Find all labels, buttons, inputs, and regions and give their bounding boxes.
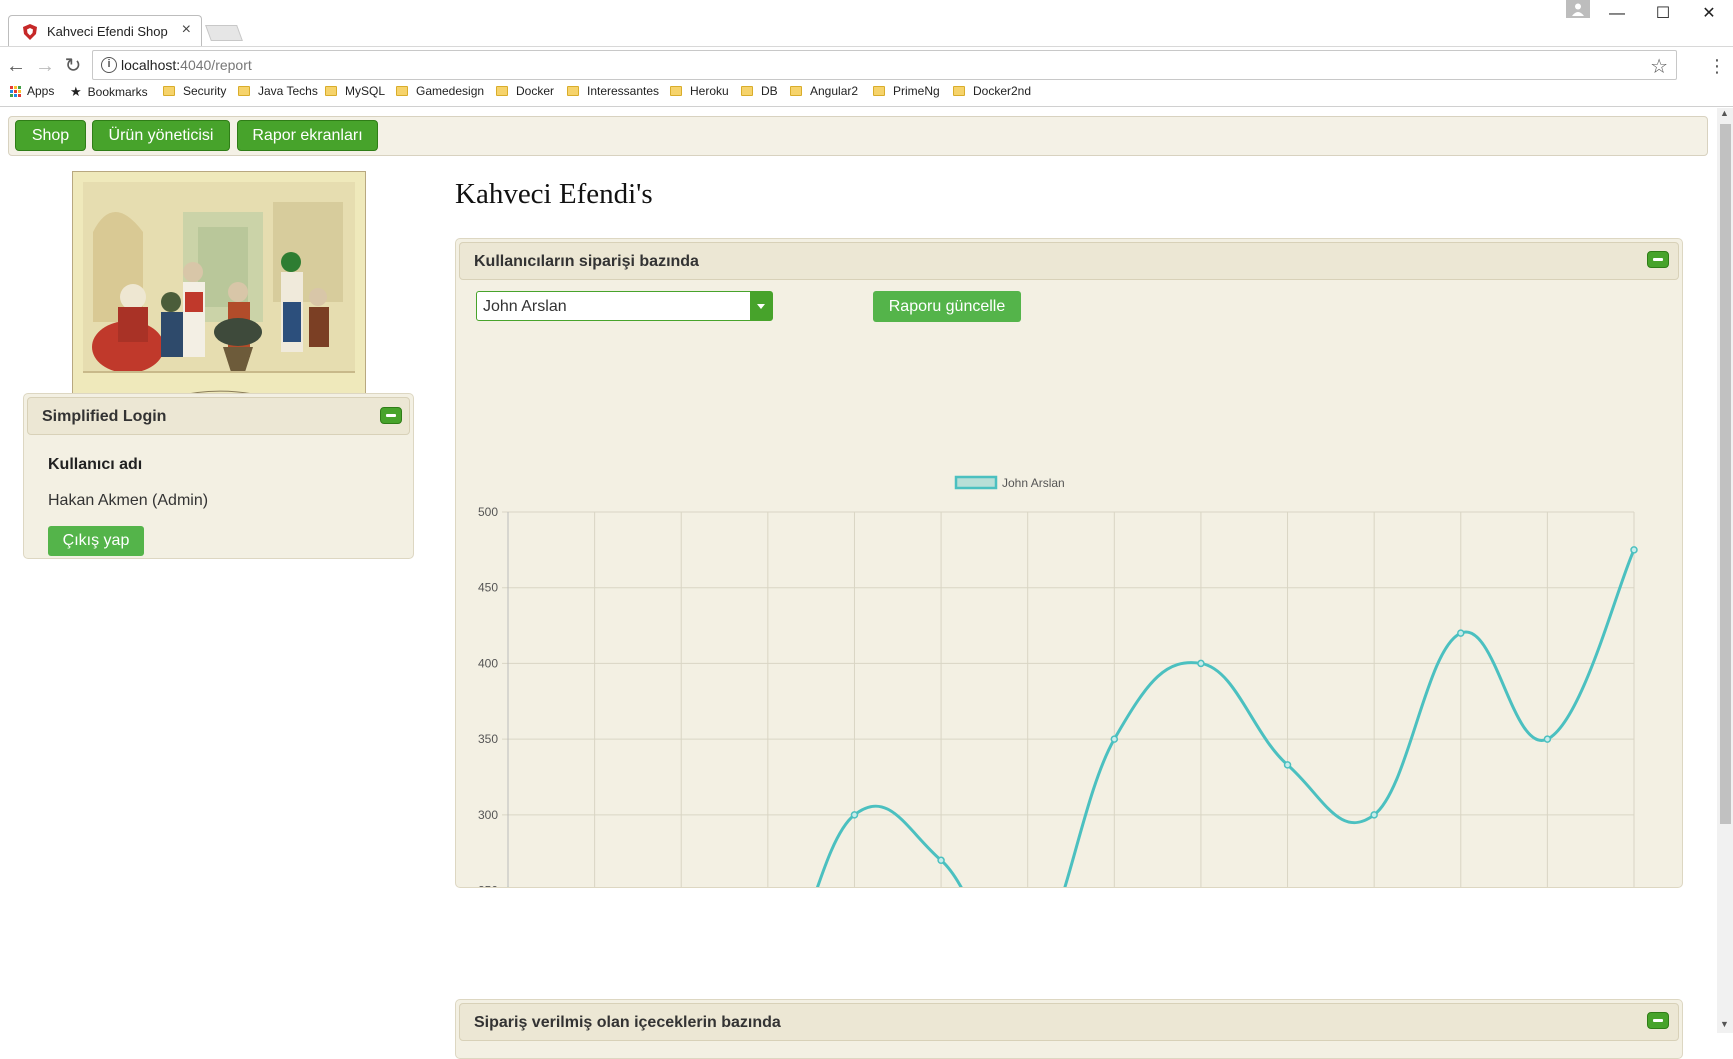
username-label: Kullanıcı adı <box>48 456 143 473</box>
y-tick-label: 350 <box>478 732 498 746</box>
beverages-panel-title: Sipariş verilmiş olan içeceklerin bazınd… <box>474 1014 781 1031</box>
collapse-icon[interactable] <box>1647 1012 1669 1029</box>
menu-reports-button[interactable]: Rapor ekranları <box>237 120 378 151</box>
data-point <box>1283 761 1292 769</box>
main-menubar: Shop Ürün yöneticisi Rapor ekranları <box>8 116 1708 156</box>
new-tab-button[interactable] <box>205 25 243 41</box>
folder-icon <box>790 86 802 96</box>
series-line <box>815 549 1636 887</box>
bookmark-folder[interactable]: Security <box>163 84 226 98</box>
page-scrollbar[interactable]: ▲ ▼ <box>1717 108 1733 1033</box>
beverages-panel-header: Sipariş verilmiş olan içeceklerin bazınd… <box>459 1003 1679 1041</box>
y-tick-label: 250 <box>478 884 498 887</box>
browser-menu-icon[interactable]: ⋮ <box>1708 57 1726 75</box>
minimize-icon[interactable]: — <box>1594 2 1640 26</box>
window-close-icon[interactable]: ✕ <box>1686 2 1732 26</box>
folder-icon <box>873 86 885 96</box>
folder-icon <box>496 86 508 96</box>
page-title: Kahveci Efendi's <box>455 178 653 210</box>
menu-product-manager-button[interactable]: Ürün yöneticisi <box>92 120 230 151</box>
bookmark-folder[interactable]: PrimeNg <box>873 84 940 98</box>
scroll-thumb[interactable] <box>1720 124 1731 824</box>
coffeehouse-illustration <box>72 171 366 416</box>
apps-grid-icon <box>10 85 21 97</box>
collapse-icon[interactable] <box>380 407 402 424</box>
folder-icon <box>741 86 753 96</box>
bookmark-folder[interactable]: Heroku <box>670 84 729 98</box>
url-text: localhost:4040/report <box>121 57 252 73</box>
bookmarks-bar: Apps ★ Bookmarks Security Java Techs MyS… <box>0 80 1733 107</box>
data-point <box>1457 629 1465 637</box>
legend-label: John Arslan <box>1002 476 1065 490</box>
data-point <box>1543 735 1552 743</box>
y-tick-label: 300 <box>478 808 498 822</box>
folder-icon <box>670 86 682 96</box>
data-point <box>1370 811 1378 819</box>
data-point <box>1110 735 1119 743</box>
report-panel: Kullanıcıların siparişi bazında John Ars… <box>455 238 1683 888</box>
bookmark-folder[interactable]: Java Techs <box>238 84 318 98</box>
maximize-icon[interactable]: ☐ <box>1640 2 1686 26</box>
folder-icon <box>567 86 579 96</box>
bookmark-folder[interactable]: MySQL <box>325 84 385 98</box>
bookmark-apps[interactable]: Apps <box>10 84 54 98</box>
folder-icon <box>325 86 337 96</box>
bookmark-folder[interactable]: Interessantes <box>567 84 659 98</box>
folder-icon <box>396 86 408 96</box>
bookmark-star-icon[interactable]: ☆ <box>1650 54 1668 79</box>
scroll-down-icon[interactable]: ▼ <box>1720 1019 1729 1029</box>
close-icon[interactable]: × <box>182 21 191 39</box>
y-tick-label: 400 <box>478 656 498 670</box>
y-tick-label: 450 <box>478 581 498 595</box>
data-point <box>1197 659 1205 668</box>
bookmark-bookmarks[interactable]: ★ Bookmarks <box>70 84 148 100</box>
browser-titlebar: Kahveci Efendi Shop × — ☐ ✕ <box>0 0 1733 47</box>
username-value: Hakan Akmen (Admin) <box>48 492 209 509</box>
login-panel-header: Simplified Login <box>27 397 410 435</box>
data-point <box>1630 546 1638 554</box>
tab-title: Kahveci Efendi Shop <box>47 24 168 39</box>
profile-icon[interactable] <box>1566 0 1590 18</box>
logout-button[interactable]: Çıkış yap <box>48 526 144 556</box>
folder-icon <box>238 86 250 96</box>
orders-line-chart: 1502002503003504004505002016-012016-0220… <box>478 475 1638 887</box>
bookmark-folder[interactable]: DB <box>741 84 778 98</box>
browser-tab[interactable]: Kahveci Efendi Shop × <box>8 15 202 47</box>
page-content: Shop Ürün yöneticisi Rapor ekranları Sim… <box>0 108 1717 1059</box>
data-point <box>937 856 945 865</box>
data-point <box>850 811 859 819</box>
bookmark-folder[interactable]: Docker <box>496 84 554 98</box>
bookmark-folder[interactable]: Gamedesign <box>396 84 484 98</box>
forward-icon[interactable]: → <box>34 55 56 77</box>
beverages-panel: Sipariş verilmiş olan içeceklerin bazınd… <box>455 999 1683 1059</box>
folder-icon <box>953 86 965 96</box>
legend-swatch <box>954 475 998 490</box>
star-icon: ★ <box>70 84 82 99</box>
login-panel-title: Simplified Login <box>42 408 167 425</box>
menu-shop-button[interactable]: Shop <box>15 120 86 151</box>
back-icon[interactable]: ← <box>5 55 27 77</box>
shield-icon <box>23 24 37 40</box>
folder-icon <box>163 86 175 96</box>
scroll-up-icon[interactable]: ▲ <box>1720 108 1729 118</box>
bookmark-folder[interactable]: Docker2nd <box>953 84 1031 98</box>
bookmark-folder[interactable]: Angular2 <box>790 84 858 98</box>
info-icon[interactable]: i <box>101 57 117 73</box>
reload-icon[interactable]: ↻ <box>62 55 84 77</box>
address-bar[interactable]: i localhost:4040/report ☆ <box>92 50 1677 80</box>
y-tick-label: 500 <box>478 505 498 519</box>
login-panel: Simplified Login Kullanıcı adı Hakan Akm… <box>23 393 414 559</box>
